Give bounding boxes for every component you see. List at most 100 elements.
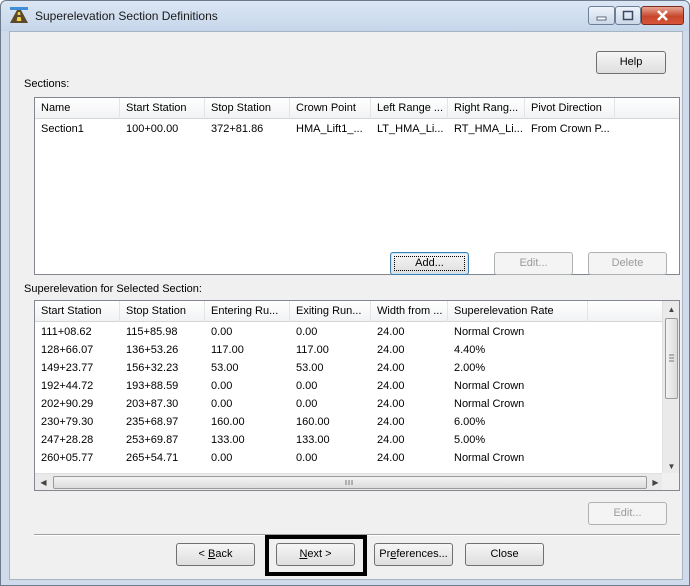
column-header[interactable]: Width from ... [371,301,448,322]
preferences-button-label: Preferences... [379,548,448,560]
column-header[interactable]: Name [35,98,120,119]
table-row[interactable]: 128+66.07 136+53.26 117.00 117.00 24.00 4.40% [35,343,664,357]
table-cell: 5.00% [454,434,486,446]
table-cell: 149+23.77 [41,362,94,374]
superelevation-list[interactable]: Start Station Stop Station Entering Ru..… [34,300,680,491]
scroll-left-arrow-icon[interactable]: ◀ [35,474,52,490]
table-cell: 265+54.71 [126,452,179,464]
table-cell: Normal Crown [454,398,525,410]
grip-icon [669,354,674,362]
table-cell: 24.00 [377,380,405,392]
column-header[interactable]: Crown Point [290,98,371,119]
horizontal-scroll-thumb[interactable] [53,476,647,489]
table-cell: 117.00 [296,344,329,356]
column-header[interactable]: Exiting Run... [290,301,371,322]
table-cell: LT_HMA_Li... [377,123,444,135]
maximize-icon [622,10,634,21]
table-cell: 0.00 [296,380,318,392]
table-cell: RT_HMA_Li... [454,123,523,135]
back-button[interactable]: < Back [176,543,255,566]
minimize-icon [596,16,607,21]
table-cell: Normal Crown [454,326,525,338]
table-cell: 0.00 [211,452,233,464]
table-cell: 230+79.30 [41,416,94,428]
table-row[interactable]: 202+90.29 203+87.30 0.00 0.00 24.00 Normal Cr… [35,397,664,411]
window-title: Superelevation Section Definitions [35,9,218,23]
table-cell: 160.00 [296,416,330,428]
table-row[interactable]: 192+44.72 193+88.59 0.00 0.00 24.00 Normal Cr… [35,379,664,393]
horizontal-scrollbar[interactable]: ◀ ▶ [35,473,664,490]
table-cell: 0.00 [296,452,318,464]
vertical-scrollbar[interactable]: ▲ ▼ [662,301,679,475]
table-cell: 53.00 [211,362,239,374]
table-cell: Section1 [41,123,84,135]
table-cell: 160.00 [211,416,245,428]
help-button[interactable]: Help [596,51,666,74]
column-header[interactable]: Left Range ... [371,98,448,119]
title-bar[interactable]: Superelevation Section Definitions [1,1,689,31]
column-header[interactable]: Start Station [120,98,205,119]
close-button[interactable]: Close [465,543,544,566]
edit-section-button[interactable]: Edit... [494,252,573,275]
column-header[interactable]: Pivot Direction [525,98,615,119]
table-cell: 133.00 [296,434,330,446]
scroll-up-arrow-icon[interactable]: ▲ [663,301,679,318]
next-button[interactable]: Next > [276,543,355,566]
road-icon [10,7,28,23]
table-row[interactable]: Section1 100+00.00 372+81.86 HMA_Lift1_.… [35,122,679,136]
back-button-label: < Back [198,548,233,560]
table-cell: HMA_Lift1_... [296,123,363,135]
next-button-label: Next > [299,548,332,560]
column-header[interactable]: Stop Station [205,98,290,119]
dialog-window: Superelevation Section Definitions Help … [0,0,690,586]
table-cell: 111+08.62 [41,326,92,338]
table-cell: 136+53.26 [126,344,179,356]
table-cell: 202+90.29 [41,398,94,410]
focus-indicator [394,256,465,271]
close-icon [657,10,668,21]
close-window-button[interactable] [641,6,684,25]
table-cell: 133.00 [211,434,245,446]
table-cell: 24.00 [377,362,405,374]
table-row[interactable]: 230+79.30 235+68.97 160.00 160.00 24.00 6.00% [35,415,664,429]
table-cell: 235+68.97 [126,416,179,428]
table-cell: Normal Crown [454,380,525,392]
column-header[interactable]: Entering Ru... [205,301,290,322]
table-cell: 4.40% [454,344,486,356]
delete-section-button[interactable]: Delete [588,252,667,275]
table-cell: 0.00 [211,326,233,338]
table-row[interactable]: 247+28.28 253+69.87 133.00 133.00 24.00 5.00% [35,433,664,447]
column-header[interactable]: Stop Station [120,301,205,322]
sections-header: Name Start Station Stop Station Crown Po… [35,98,679,119]
table-row[interactable]: 149+23.77 156+32.23 53.00 53.00 24.00 2.00% [35,361,664,375]
edit-superelevation-button[interactable]: Edit... [588,502,667,525]
table-cell: 192+44.72 [41,380,94,392]
table-cell: 0.00 [296,398,318,410]
column-header[interactable]: Start Station [35,301,120,322]
grip-icon [345,480,353,485]
preferences-button[interactable]: Preferences... [374,543,453,566]
table-cell: 203+87.30 [126,398,179,410]
table-cell: 128+66.07 [41,344,94,356]
scroll-thumb[interactable] [665,318,678,399]
sections-list[interactable]: Name Start Station Stop Station Crown Po… [34,97,680,275]
table-cell: 2.00% [454,362,486,374]
table-cell: 24.00 [377,344,405,356]
column-header[interactable]: Superelevation Rate [448,301,588,322]
table-cell: 115+85.98 [126,326,178,338]
minimize-button[interactable] [588,6,615,25]
table-cell: 253+69.87 [126,434,179,446]
table-row[interactable]: 260+05.77 265+54.71 0.00 0.00 24.00 Normal Cr… [35,451,664,465]
table-cell: 247+28.28 [41,434,94,446]
superelevation-header: Start Station Stop Station Entering Ru..… [35,301,664,322]
table-cell: 100+00.00 [126,123,179,135]
table-cell: From Crown P... [531,123,610,135]
table-cell: 24.00 [377,416,405,428]
table-cell: 260+05.77 [41,452,94,464]
column-header[interactable]: Right Rang... [448,98,525,119]
table-cell: 193+88.59 [126,380,179,392]
add-section-button[interactable]: Add... [390,252,469,275]
table-cell: Normal Crown [454,452,525,464]
table-row[interactable]: 111+08.62 115+85.98 0.00 0.00 24.00 Normal Cr… [35,325,664,339]
maximize-button[interactable] [615,6,641,25]
